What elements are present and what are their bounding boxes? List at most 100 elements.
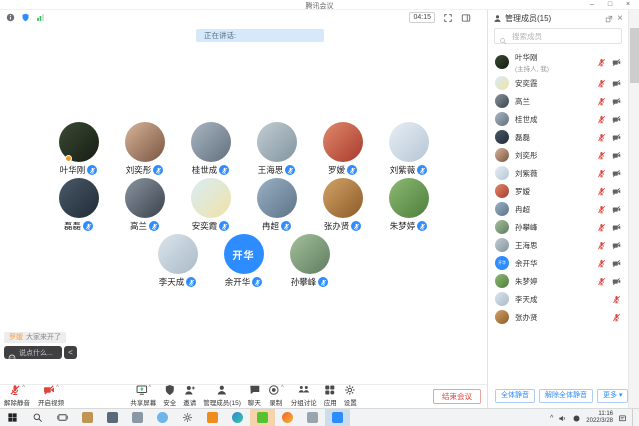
member-search-input[interactable]	[510, 31, 617, 42]
mic-muted-icon[interactable]	[597, 115, 606, 124]
camera-off-icon[interactable]	[612, 79, 621, 88]
member-row[interactable]: 王海思	[488, 236, 628, 254]
taskbar-search[interactable]	[25, 409, 50, 426]
taskbar-file-explorer[interactable]	[75, 409, 100, 426]
participant-tile[interactable]: 桂世成	[178, 122, 244, 178]
popout-icon[interactable]	[605, 15, 613, 23]
camera-off-icon[interactable]	[612, 205, 621, 214]
participant-tile[interactable]: 张办贤	[310, 178, 376, 234]
chevron-up-icon[interactable]: ^	[56, 385, 59, 391]
camera-off-icon[interactable]	[612, 223, 621, 232]
member-search-box[interactable]	[494, 28, 622, 44]
fullscreen-icon[interactable]	[443, 13, 453, 23]
manage-members-button[interactable]: 管理成员(15)	[203, 384, 241, 407]
mic-muted-icon[interactable]	[597, 187, 606, 196]
participant-tile[interactable]: 王海思	[244, 122, 310, 178]
mic-muted-icon[interactable]	[597, 169, 606, 178]
mic-muted-icon[interactable]	[597, 79, 606, 88]
participant-tile[interactable]: 刘紫薇	[376, 122, 442, 178]
member-row[interactable]: 张办贤	[488, 308, 628, 326]
share-screen-button[interactable]: ^共享屏幕	[130, 384, 156, 407]
taskbar-app-window[interactable]	[125, 409, 150, 426]
camera-off-icon[interactable]	[612, 187, 621, 196]
info-icon[interactable]	[6, 13, 15, 22]
more-button[interactable]: 更多 ▾	[597, 389, 628, 403]
chat-input[interactable]: 说点什么...	[4, 346, 62, 359]
camera-off-icon[interactable]	[612, 133, 621, 142]
invite-button[interactable]: 邀请	[183, 384, 196, 407]
participant-tile[interactable]: 孙攀峰	[277, 234, 343, 290]
camera-off-icon[interactable]	[612, 58, 621, 67]
taskbar-orange-app[interactable]	[200, 409, 225, 426]
member-row[interactable]: 刘紫薇	[488, 164, 628, 182]
participant-tile[interactable]: 开华余开华	[211, 234, 277, 290]
mic-muted-icon[interactable]	[612, 313, 621, 322]
participant-tile[interactable]: 罗嫒	[310, 122, 376, 178]
layout-icon[interactable]	[461, 13, 471, 23]
taskbar-start[interactable]	[0, 409, 25, 426]
camera-off-icon[interactable]	[612, 115, 621, 124]
taskbar-calculator[interactable]	[100, 409, 125, 426]
camera-off-icon[interactable]	[612, 97, 621, 106]
member-row[interactable]: 开华余开华	[488, 254, 628, 272]
member-row[interactable]: 叶华刚(主持人, 我)	[488, 50, 628, 74]
scrollbar-thumb[interactable]	[630, 28, 639, 83]
taskbar-meeting[interactable]	[325, 409, 350, 426]
chevron-up-icon[interactable]: ^	[281, 385, 284, 391]
apps-button[interactable]: 应用	[324, 384, 337, 407]
member-row[interactable]: 安奕霞	[488, 74, 628, 92]
show-desktop-button[interactable]	[632, 409, 635, 426]
participant-tile[interactable]: 高兰	[112, 178, 178, 234]
taskbar-clock[interactable]: 11:16 2022/3/28	[586, 411, 613, 425]
ime-icon[interactable]	[572, 414, 581, 423]
chat-button[interactable]: 聊天	[248, 384, 261, 407]
tray-chevron-up-icon[interactable]: ^	[550, 415, 553, 422]
participant-tile[interactable]: 安奕霞	[178, 178, 244, 234]
panel-close-icon[interactable]: ×	[617, 14, 623, 24]
taskbar-settings[interactable]	[175, 409, 200, 426]
window-titlebar[interactable]: 腾讯会议 – □ ×	[0, 0, 639, 10]
participant-tile[interactable]: 冉超	[244, 178, 310, 234]
participant-tile[interactable]: 刘奕彤	[112, 122, 178, 178]
taskbar-task-view[interactable]	[50, 409, 75, 426]
mic-muted-icon[interactable]	[597, 151, 606, 160]
camera-off-icon[interactable]	[612, 259, 621, 268]
start-video-button[interactable]: ^开启视频	[38, 384, 64, 407]
member-row[interactable]: 李天成	[488, 290, 628, 308]
taskbar-wechat[interactable]	[250, 409, 275, 426]
member-row[interactable]: 高兰	[488, 92, 628, 110]
mic-muted-icon[interactable]	[597, 97, 606, 106]
taskbar-pen-app[interactable]	[300, 409, 325, 426]
mic-muted-icon[interactable]	[597, 133, 606, 142]
member-row[interactable]: 朱梦婷	[488, 272, 628, 290]
taskbar-browser[interactable]	[150, 409, 175, 426]
record-button[interactable]: ^录制	[268, 384, 284, 407]
member-row[interactable]: 冉超	[488, 200, 628, 218]
participant-tile[interactable]: 李天成	[145, 234, 211, 290]
member-row[interactable]: 罗嫒	[488, 182, 628, 200]
mic-muted-icon[interactable]	[597, 223, 606, 232]
mic-muted-icon[interactable]	[597, 259, 606, 268]
member-row[interactable]: 刘奕彤	[488, 146, 628, 164]
smiley-icon[interactable]	[8, 349, 16, 357]
action-center-icon[interactable]	[618, 414, 627, 423]
mic-muted-icon[interactable]	[612, 295, 621, 304]
mic-muted-icon[interactable]	[597, 277, 606, 286]
chat-collapse-button[interactable]: <	[64, 346, 77, 359]
mic-muted-icon[interactable]	[597, 205, 606, 214]
shield-icon[interactable]	[21, 13, 30, 22]
mic-muted-icon[interactable]	[597, 241, 606, 250]
member-row[interactable]: 孙攀峰	[488, 218, 628, 236]
participant-tile[interactable]: 朱梦婷	[376, 178, 442, 234]
mute-all-button[interactable]: 全体静音	[495, 389, 535, 403]
volume-icon[interactable]	[558, 414, 567, 423]
camera-off-icon[interactable]	[612, 277, 621, 286]
settings-button[interactable]: 设置	[344, 384, 357, 407]
security-button[interactable]: 安全	[163, 384, 176, 407]
member-row[interactable]: 磊磊	[488, 128, 628, 146]
unmute-button[interactable]: ^解除静音	[4, 384, 30, 407]
breakout-button[interactable]: 分组讨论	[291, 384, 317, 407]
signal-icon[interactable]	[36, 13, 45, 22]
close-button[interactable]: ×	[619, 0, 637, 10]
maximize-button[interactable]: □	[601, 0, 619, 10]
